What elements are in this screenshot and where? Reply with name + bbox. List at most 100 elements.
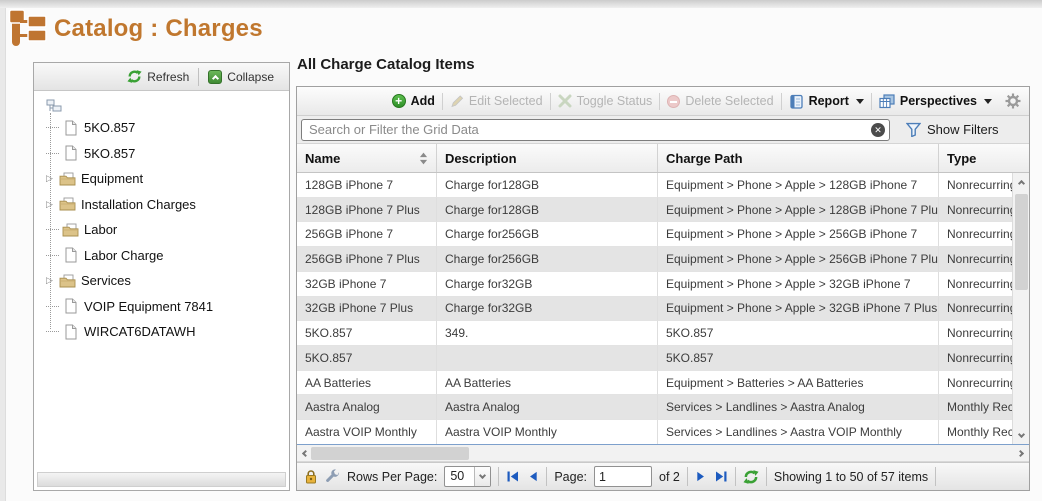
pager-separator — [766, 467, 767, 486]
file-icon — [62, 247, 79, 263]
last-page-icon — [714, 470, 728, 483]
table-row[interactable]: 32GB iPhone 7 PlusCharge for32GBEquipmen… — [297, 297, 1029, 322]
cell-charge-path: Services > Landlines > Aastra VOIP Month… — [658, 420, 939, 445]
rows-per-page-label: Rows Per Page: — [347, 470, 437, 484]
refresh-grid-button[interactable] — [743, 469, 759, 485]
wrench-icon[interactable] — [325, 469, 340, 484]
refresh-icon — [127, 69, 142, 84]
tree-item-label: VOIP Equipment 7841 — [84, 299, 213, 314]
page-label: Page: — [554, 470, 587, 484]
file-icon — [62, 324, 79, 340]
page-number-input[interactable] — [594, 466, 652, 487]
tree-item-wircat6datawh[interactable]: WIRCAT6DATAWH — [46, 319, 289, 345]
cell-description: Charge for32GB — [437, 297, 658, 322]
delete-selected-button[interactable]: Delete Selected — [667, 94, 773, 108]
tree-item-5ko-857[interactable]: 5KO.857 — [46, 115, 289, 141]
tree-item-services[interactable]: ▷Services — [46, 268, 289, 294]
pager-status-text: Showing 1 to 50 of 57 items — [774, 470, 928, 484]
sort-icon[interactable] — [419, 152, 428, 165]
scroll-down-icon[interactable] — [1013, 427, 1029, 444]
next-page-button[interactable] — [695, 470, 707, 483]
clear-search-icon[interactable]: ✕ — [871, 123, 885, 137]
toggle-status-button[interactable]: Toggle Status — [558, 94, 653, 108]
lock-icon[interactable] — [304, 469, 318, 484]
collapse-tree-button[interactable]: Collapse — [199, 63, 283, 90]
tree-item-installation-charges[interactable]: ▷Installation Charges — [46, 192, 289, 218]
table-row[interactable]: 256GB iPhone 7 PlusCharge for256GBEquipm… — [297, 247, 1029, 272]
folder-icon — [62, 222, 79, 238]
table-row[interactable]: 5KO.8575KO.857Nonrecurring — [297, 346, 1029, 371]
tree-panel-toolbar: Refresh Collapse — [34, 63, 289, 91]
rows-per-page-select[interactable]: 50 — [444, 466, 491, 487]
pager-separator — [935, 467, 936, 486]
tree-item-label: Equipment — [81, 171, 143, 186]
tree-panel-footer — [37, 472, 286, 487]
add-button[interactable]: + Add — [392, 94, 435, 108]
horizontal-scroll-thumb[interactable] — [311, 447, 469, 460]
vertical-scroll-thumb[interactable] — [1015, 194, 1028, 290]
pencil-icon — [450, 94, 464, 108]
horizontal-scrollbar[interactable] — [297, 445, 1029, 462]
column-header-name[interactable]: Name — [297, 144, 437, 172]
column-header-description[interactable]: Description — [437, 144, 658, 172]
scroll-up-icon[interactable] — [1013, 173, 1029, 190]
column-header-label: Charge Path — [666, 151, 743, 166]
table-row[interactable]: 5KO.857349.5KO.857Nonrecurring — [297, 321, 1029, 346]
tree-connector — [46, 306, 59, 307]
expand-arrow-icon[interactable]: ▷ — [46, 199, 59, 210]
cell-name: 32GB iPhone 7 Plus — [297, 297, 437, 322]
cell-charge-path: Equipment > Phone > Apple > 256GB iPhone… — [658, 247, 939, 272]
column-header-charge-path[interactable]: Charge Path — [658, 144, 939, 172]
tree-root-node[interactable] — [46, 97, 289, 115]
folder-icon — [59, 196, 76, 212]
table-row[interactable]: 128GB iPhone 7 PlusCharge for128GBEquipm… — [297, 198, 1029, 223]
expand-arrow-icon[interactable]: ▷ — [46, 275, 59, 286]
grid-rows-viewport: 128GB iPhone 7Charge for128GBEquipment >… — [297, 173, 1029, 445]
column-header-label: Description — [445, 151, 517, 166]
cell-description: Aastra Analog — [437, 395, 658, 420]
show-filters-button[interactable]: Show Filters — [906, 122, 999, 137]
column-header-label: Name — [305, 151, 340, 166]
tree-item-5ko-857[interactable]: 5KO.857 — [46, 141, 289, 167]
last-page-button[interactable] — [714, 470, 728, 483]
table-row[interactable]: 256GB iPhone 7Charge for256GBEquipment >… — [297, 222, 1029, 247]
catalog-tree-logo-icon — [8, 8, 48, 50]
table-row[interactable]: 32GB iPhone 7Charge for32GBEquipment > P… — [297, 272, 1029, 297]
edit-selected-button[interactable]: Edit Selected — [450, 94, 543, 108]
scroll-right-icon[interactable] — [1015, 445, 1029, 462]
tree-connector — [46, 127, 59, 128]
first-page-button[interactable] — [506, 470, 520, 483]
perspectives-dropdown-button[interactable]: Perspectives — [879, 94, 992, 109]
refresh-icon — [743, 469, 759, 485]
chevron-down-icon — [984, 99, 992, 104]
tree-root-icon — [46, 99, 62, 114]
table-row[interactable]: 128GB iPhone 7Charge for128GBEquipment >… — [297, 173, 1029, 198]
cell-charge-path: Equipment > Phone > Apple > 32GB iPhone … — [658, 297, 939, 322]
edit-selected-label: Edit Selected — [469, 94, 543, 108]
toggle-x-icon — [558, 94, 572, 108]
table-row[interactable]: AA BatteriesAA BatteriesEquipment > Batt… — [297, 371, 1029, 396]
column-header-type[interactable]: Type — [939, 144, 1029, 172]
tree-item-equipment[interactable]: ▷ Equipment — [46, 166, 289, 192]
cell-charge-path: Services > Landlines > Aastra Analog — [658, 395, 939, 420]
previous-page-button[interactable] — [527, 470, 539, 483]
tree-item-label: Labor Charge — [84, 248, 164, 263]
expand-arrow-icon[interactable]: ▷ — [46, 173, 59, 184]
cell-name: 256GB iPhone 7 Plus — [297, 247, 437, 272]
table-row[interactable]: Aastra VOIP MonthlyAastra VOIP MonthlySe… — [297, 420, 1029, 445]
tree-item-labor[interactable]: Labor — [46, 217, 289, 243]
cell-description: Charge for32GB — [437, 272, 658, 297]
vertical-scrollbar[interactable] — [1012, 173, 1029, 444]
scroll-left-icon[interactable] — [297, 445, 311, 462]
grid-toolbar: + Add Edit Selected Toggle Status Delete… — [297, 87, 1029, 116]
search-field-wrap: ✕ — [301, 119, 890, 141]
table-row[interactable]: Aastra AnalogAastra AnalogServices > Lan… — [297, 395, 1029, 420]
tree-item-voip-equipment-7841[interactable]: VOIP Equipment 7841 — [46, 294, 289, 320]
tree-item-labor-charge[interactable]: Labor Charge — [46, 243, 289, 269]
refresh-tree-button[interactable]: Refresh — [118, 63, 198, 90]
filter-funnel-icon — [906, 122, 921, 137]
grid-search-input[interactable] — [301, 119, 890, 141]
grid-settings-gear-icon[interactable] — [1005, 93, 1021, 109]
refresh-label: Refresh — [147, 70, 189, 84]
report-dropdown-button[interactable]: Report — [789, 94, 864, 109]
